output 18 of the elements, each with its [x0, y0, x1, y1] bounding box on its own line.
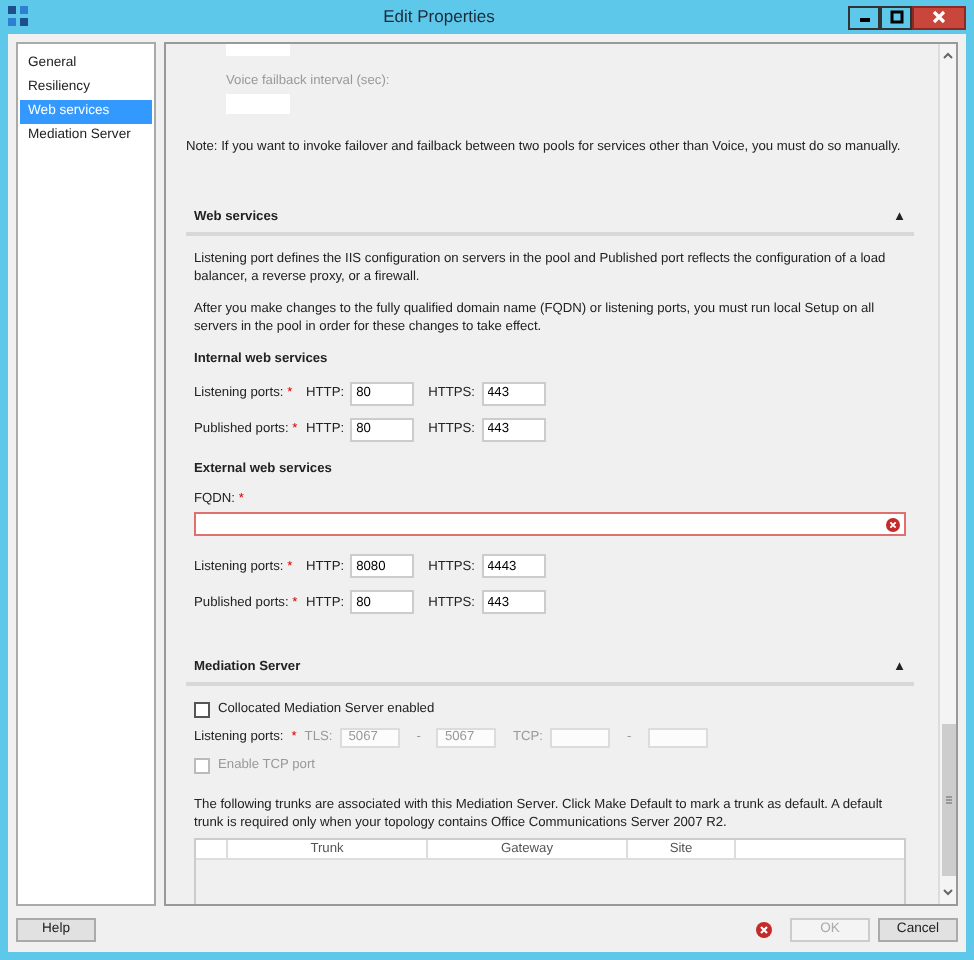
close-button[interactable]: [912, 5, 966, 29]
input-field[interactable]: [226, 44, 290, 56]
scroll-up-icon[interactable]: [942, 50, 954, 62]
maximize-button[interactable]: [880, 5, 912, 29]
checkbox[interactable]: [194, 702, 210, 719]
port-field[interactable]: [647, 728, 708, 749]
close-icon[interactable]: [932, 10, 946, 24]
fqdn-field[interactable]: [194, 512, 906, 537]
scroll-down-icon[interactable]: [942, 886, 954, 898]
window-title: Edit Properties: [381, 4, 497, 30]
minimize-button[interactable]: [848, 5, 880, 29]
app-icon: [8, 6, 30, 28]
error-icon: [756, 921, 772, 937]
scroll-thumb[interactable]: [941, 724, 955, 876]
maximize-icon[interactable]: [889, 10, 903, 24]
scrollbar[interactable]: [938, 44, 956, 904]
error-icon: [886, 517, 900, 532]
port-field[interactable]: [550, 728, 611, 749]
